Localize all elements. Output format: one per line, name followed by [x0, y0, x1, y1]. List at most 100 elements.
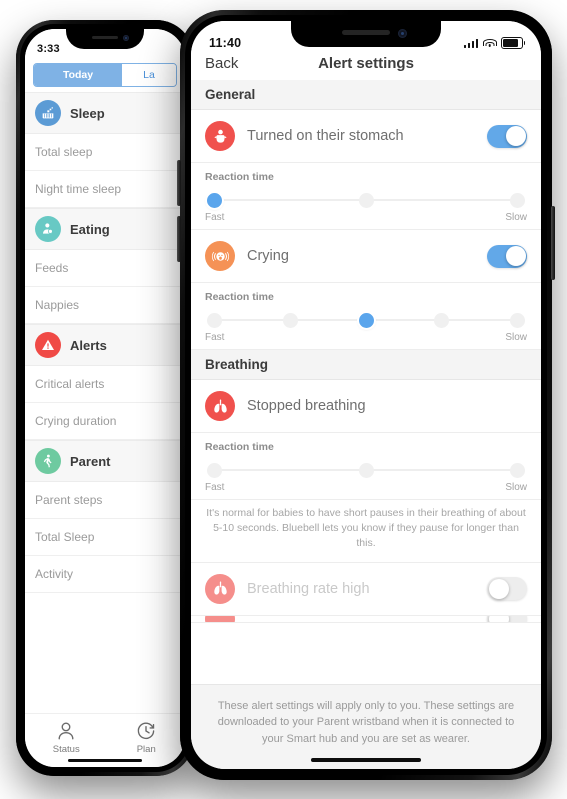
slider-dot[interactable] — [359, 193, 374, 208]
crying-icon — [205, 241, 235, 271]
alert-settings-content[interactable]: General Turned on their stomach — [191, 80, 541, 684]
person-icon — [55, 720, 77, 742]
right-phone-volume-down-button[interactable] — [177, 216, 181, 262]
footer-note: These alert settings will apply only to … — [191, 684, 541, 770]
reaction-time-crying[interactable]: Reaction time Fast Slow — [191, 283, 541, 350]
list-item-nappies[interactable]: Nappies — [25, 287, 185, 324]
list-group-sleep[interactable]: Sleep — [25, 92, 185, 134]
left-phone-screen: 3:33 Today La — [25, 29, 185, 767]
list-item-night-time-sleep[interactable]: Night time sleep — [25, 171, 185, 208]
tab-status[interactable]: Status — [53, 720, 80, 755]
list-item-total-sleep-parent[interactable]: Total Sleep — [25, 519, 185, 556]
right-phone-notch — [291, 21, 441, 47]
slider-fast-label: Fast — [205, 482, 224, 493]
slider-dots — [207, 192, 525, 208]
left-front-camera — [123, 35, 129, 41]
lungs-icon — [205, 391, 235, 421]
alert-row-stopped-breathing[interactable]: Stopped breathing — [191, 380, 541, 433]
right-phone-volume-up-button[interactable] — [177, 160, 181, 206]
list-item-feeds[interactable]: Feeds — [25, 250, 185, 287]
slider-dot[interactable] — [434, 313, 449, 328]
slider-dot[interactable] — [207, 193, 222, 208]
toggle-knob — [506, 246, 526, 266]
metrics-list[interactable]: Sleep Total sleep Night time sleep Eatin… — [25, 92, 185, 713]
slider-dot[interactable] — [510, 463, 525, 478]
slider-dot[interactable] — [510, 313, 525, 328]
baby-stomach-icon — [205, 121, 235, 151]
slider-end-labels: Fast Slow — [205, 482, 527, 493]
left-earpiece-speaker — [92, 36, 118, 39]
left-phone-notch — [66, 29, 144, 49]
tab-today[interactable]: Today — [34, 64, 122, 86]
list-group-parent[interactable]: Parent — [25, 440, 185, 482]
slider-dot[interactable] — [359, 313, 374, 328]
period-segmented-control[interactable]: Today La — [33, 63, 177, 87]
slider-slow-label: Slow — [505, 332, 527, 343]
walking-icon — [35, 448, 61, 474]
slider-dot[interactable] — [283, 313, 298, 328]
back-button[interactable]: Back — [205, 55, 238, 72]
right-phone-screen: 11:40 Back Alert settings General — [191, 21, 541, 769]
list-item-critical-alerts[interactable]: Critical alerts — [25, 366, 185, 403]
list-item-activity[interactable]: Activity — [25, 556, 185, 593]
slider-dot[interactable] — [510, 193, 525, 208]
section-header-general: General — [191, 80, 541, 110]
slider-end-labels: Fast Slow — [205, 212, 527, 223]
slider-dot[interactable] — [207, 313, 222, 328]
slider-fast-label: Fast — [205, 332, 224, 343]
page-title: Alert settings — [205, 55, 527, 72]
section-header-breathing: Breathing — [191, 350, 541, 380]
crib-icon — [35, 100, 61, 126]
alert-toggle[interactable] — [487, 577, 527, 600]
right-phone-power-button[interactable] — [551, 206, 555, 280]
slider-end-labels: Fast Slow — [205, 332, 527, 343]
slider-slow-label: Slow — [505, 212, 527, 223]
alert-row-partial[interactable] — [191, 616, 541, 623]
list-item-parent-steps[interactable]: Parent steps — [25, 482, 185, 519]
reaction-time-slider[interactable] — [207, 312, 525, 328]
list-group-eating[interactable]: Eating — [25, 208, 185, 250]
warning-icon — [35, 332, 61, 358]
alert-toggle[interactable] — [487, 245, 527, 268]
alert-row-breathing-rate-high[interactable]: Breathing rate high — [191, 563, 541, 616]
alert-toggle[interactable] — [487, 616, 527, 623]
right-home-indicator — [311, 758, 421, 762]
alert-label: Stopped breathing — [247, 398, 527, 414]
list-group-label: Sleep — [70, 106, 105, 121]
tab-status-label: Status — [53, 744, 80, 755]
lungs-icon — [205, 616, 235, 623]
slider-dots — [207, 312, 525, 328]
reaction-time-slider[interactable] — [207, 462, 525, 478]
clock-history-icon — [135, 720, 157, 742]
slider-slow-label: Slow — [505, 482, 527, 493]
screenshot-stage: 3:33 Today La — [0, 0, 567, 799]
alert-toggle[interactable] — [487, 125, 527, 148]
alert-label: Turned on their stomach — [247, 128, 475, 144]
reaction-time-label: Reaction time — [205, 441, 527, 453]
list-item-crying-duration[interactable]: Crying duration — [25, 403, 185, 440]
slider-fast-label: Fast — [205, 212, 224, 223]
tab-last[interactable]: La — [122, 64, 176, 86]
list-item-total-sleep[interactable]: Total sleep — [25, 134, 185, 171]
right-front-camera — [398, 29, 407, 38]
tab-plan[interactable]: Plan — [135, 720, 157, 755]
breathing-explanation-note: It's normal for babies to have short pau… — [191, 500, 541, 563]
alert-row-crying[interactable]: Crying — [191, 230, 541, 283]
reaction-time-stomach[interactable]: Reaction time Fast Slow — [191, 163, 541, 230]
toggle-knob — [489, 616, 509, 623]
alert-label: Breathing rate high — [247, 581, 475, 597]
alert-row-turned-on-stomach[interactable]: Turned on their stomach — [191, 110, 541, 163]
lungs-icon — [205, 574, 235, 604]
reaction-time-stopped-breathing[interactable]: Reaction time Fast Slow — [191, 433, 541, 500]
list-group-label: Eating — [70, 222, 110, 237]
tab-plan-label: Plan — [137, 744, 156, 755]
right-earpiece-speaker — [342, 30, 390, 35]
list-group-label: Alerts — [70, 338, 107, 353]
list-group-alerts[interactable]: Alerts — [25, 324, 185, 366]
toggle-knob — [506, 126, 526, 146]
slider-dot[interactable] — [359, 463, 374, 478]
slider-dot[interactable] — [207, 463, 222, 478]
reaction-time-label: Reaction time — [205, 291, 527, 303]
reaction-time-slider[interactable] — [207, 192, 525, 208]
list-group-label: Parent — [70, 454, 110, 469]
